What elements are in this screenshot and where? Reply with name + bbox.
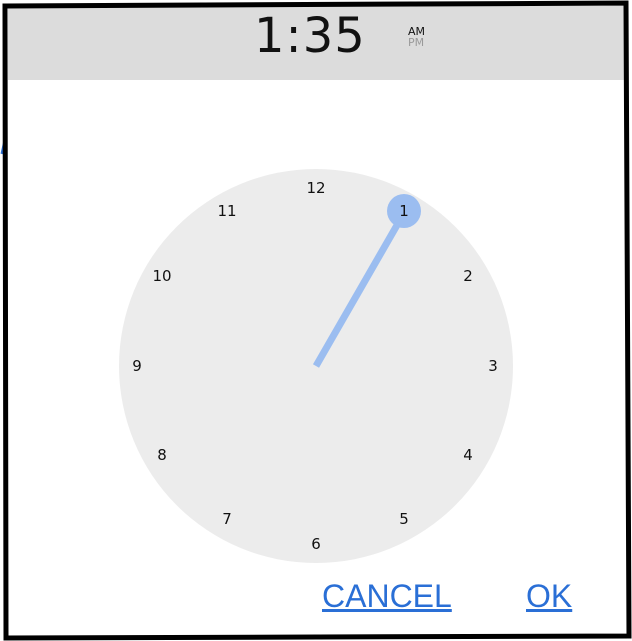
hour-9[interactable]: 9 xyxy=(132,357,142,375)
hour-12[interactable]: 12 xyxy=(306,179,325,197)
hour-2[interactable]: 2 xyxy=(463,267,473,285)
ok-button[interactable]: OK xyxy=(526,576,572,616)
time-display[interactable]: 1:35 xyxy=(254,6,366,66)
time-header: 1:35 AM PM xyxy=(8,4,628,80)
am-pm-toggle[interactable]: AM PM xyxy=(408,26,425,48)
edge-mark xyxy=(0,135,8,155)
hour-3[interactable]: 3 xyxy=(488,357,498,375)
hour-7[interactable]: 7 xyxy=(222,510,232,528)
pm-option[interactable]: PM xyxy=(408,37,425,48)
hour-11[interactable]: 11 xyxy=(217,202,236,220)
clock-dial[interactable]: 12 1 2 3 4 5 6 7 8 9 10 11 xyxy=(118,168,514,564)
hour-6[interactable]: 6 xyxy=(311,535,321,553)
clock-face-svg[interactable]: 12 1 2 3 4 5 6 7 8 9 10 11 xyxy=(118,168,514,564)
hour-4[interactable]: 4 xyxy=(463,446,473,464)
hour-1[interactable]: 1 xyxy=(399,202,409,220)
hour-5[interactable]: 5 xyxy=(399,510,409,528)
hour-8[interactable]: 8 xyxy=(157,446,167,464)
cancel-button[interactable]: CANCEL xyxy=(322,576,452,616)
hour-10[interactable]: 10 xyxy=(152,267,171,285)
